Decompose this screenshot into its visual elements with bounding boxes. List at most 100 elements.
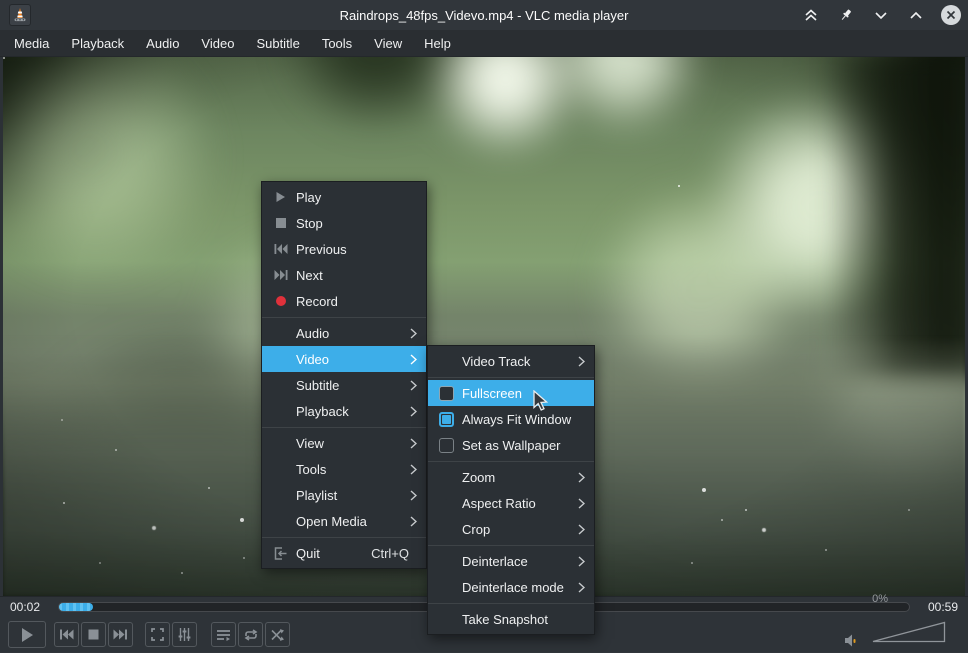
menu-item-label: Video <box>296 352 329 367</box>
playlist-icon <box>217 629 230 641</box>
view-group <box>145 622 197 647</box>
next-button[interactable] <box>108 622 133 647</box>
menubar-item-help[interactable]: Help <box>413 30 462 57</box>
submenu-item-deinterlace-mode[interactable]: Deinterlace mode <box>428 574 594 600</box>
chevron-right-icon <box>410 328 417 339</box>
menu-item-video[interactable]: Video <box>262 346 426 372</box>
chevron-right-icon <box>410 354 417 365</box>
maximize-button[interactable] <box>905 4 927 26</box>
previous-icon <box>59 629 74 640</box>
submenu-item-take-snapshot[interactable]: Take Snapshot <box>428 606 594 632</box>
time-total: 00:59 <box>920 600 958 614</box>
menu-item-label: Playlist <box>296 488 337 503</box>
menubar-item-playback[interactable]: Playback <box>60 30 135 57</box>
menu-item-label: Always Fit Window <box>462 412 571 427</box>
minimize-button[interactable] <box>870 4 892 26</box>
time-elapsed: 00:02 <box>10 600 48 614</box>
menu-item-label: Tools <box>296 462 326 477</box>
menu-item-quit[interactable]: Quit Ctrl+Q <box>262 540 426 566</box>
chevron-right-icon <box>410 438 417 449</box>
pin-button[interactable] <box>835 4 857 26</box>
menubar-item-media[interactable]: Media <box>3 30 60 57</box>
submenu-item-deinterlace[interactable]: Deinterlace <box>428 548 594 574</box>
speaker-icon[interactable] <box>844 633 860 648</box>
menubar-item-view[interactable]: View <box>363 30 413 57</box>
menu-item-label: Fullscreen <box>462 386 522 401</box>
menu-item-next[interactable]: Next <box>262 262 426 288</box>
menu-item-label: Previous <box>296 242 347 257</box>
menu-item-label: Zoom <box>462 470 495 485</box>
stop-button[interactable] <box>81 622 106 647</box>
menu-item-label: Video Track <box>462 354 530 369</box>
menu-item-label: Quit <box>296 546 320 561</box>
menu-item-previous[interactable]: Previous <box>262 236 426 262</box>
menu-item-label: Next <box>296 268 323 283</box>
submenu-item-crop[interactable]: Crop <box>428 516 594 542</box>
chevron-right-icon <box>410 464 417 475</box>
submenu-item-zoom[interactable]: Zoom <box>428 464 594 490</box>
menu-item-subtitle[interactable]: Subtitle <box>262 372 426 398</box>
volume-slider[interactable] <box>872 621 946 648</box>
menubar-item-audio[interactable]: Audio <box>135 30 190 57</box>
menu-item-label: Stop <box>296 216 323 231</box>
volume-percent-label: 0% <box>872 593 888 605</box>
menu-item-audio[interactable]: Audio <box>262 320 426 346</box>
menu-item-open-media[interactable]: Open Media <box>262 508 426 534</box>
submenu-item-always-fit-window[interactable]: Always Fit Window <box>428 406 594 432</box>
extended-settings-button[interactable] <box>172 622 197 647</box>
fullscreen-icon <box>151 628 164 641</box>
menu-item-label: Set as Wallpaper <box>462 438 561 453</box>
submenu-item-video-track[interactable]: Video Track <box>428 348 594 374</box>
menubar-item-video[interactable]: Video <box>190 30 245 57</box>
menu-separator <box>262 427 426 428</box>
chevron-right-icon <box>578 356 585 367</box>
submenu-item-set-as-wallpaper[interactable]: Set as Wallpaper <box>428 432 594 458</box>
menu-item-playlist[interactable]: Playlist <box>262 482 426 508</box>
play-icon <box>271 191 290 203</box>
previous-button[interactable] <box>54 622 79 647</box>
menu-separator <box>262 317 426 318</box>
menu-item-label: Play <box>296 190 321 205</box>
menu-item-record[interactable]: Record <box>262 288 426 314</box>
stop-icon <box>271 218 290 228</box>
menu-item-playback[interactable]: Playback <box>262 398 426 424</box>
menu-item-shortcut: Ctrl+Q <box>371 546 417 561</box>
random-button[interactable] <box>265 622 290 647</box>
fullscreen-checkbox-unchecked[interactable] <box>439 386 454 401</box>
menu-item-label: Audio <box>296 326 329 341</box>
chevron-right-icon <box>410 490 417 501</box>
loop-button[interactable] <box>238 622 263 647</box>
menu-item-view[interactable]: View <box>262 430 426 456</box>
menubar-item-tools[interactable]: Tools <box>311 30 363 57</box>
submenu-item-fullscreen[interactable]: Fullscreen <box>428 380 594 406</box>
shade-button[interactable] <box>800 4 822 26</box>
always-fit-window-checkbox-checked[interactable] <box>439 412 454 427</box>
titlebar: Raindrops_48fps_Videvo.mp4 - VLC media p… <box>0 0 968 30</box>
chevron-right-icon <box>578 582 585 593</box>
menu-item-label: Aspect Ratio <box>462 496 536 511</box>
menubar-item-subtitle[interactable]: Subtitle <box>245 30 310 57</box>
equalizer-icon <box>178 628 191 641</box>
menu-item-label: Deinterlace <box>462 554 528 569</box>
play-button[interactable] <box>8 621 46 648</box>
set-as-wallpaper-checkbox-unchecked[interactable] <box>439 438 454 453</box>
submenu-item-aspect-ratio[interactable]: Aspect Ratio <box>428 490 594 516</box>
record-icon <box>271 295 290 307</box>
menu-item-label: Take Snapshot <box>462 612 548 627</box>
menu-item-label: View <box>296 436 324 451</box>
menu-item-tools[interactable]: Tools <box>262 456 426 482</box>
menu-item-play[interactable]: Play <box>262 184 426 210</box>
loop-icon <box>244 629 258 641</box>
vlc-window: Raindrops_48fps_Videvo.mp4 - VLC media p… <box>0 0 968 653</box>
menu-item-label: Playback <box>296 404 349 419</box>
chevron-right-icon <box>410 406 417 417</box>
shuffle-icon <box>271 629 284 641</box>
fullscreen-button[interactable] <box>145 622 170 647</box>
menu-item-stop[interactable]: Stop <box>262 210 426 236</box>
seek-progress <box>59 603 93 611</box>
next-icon <box>113 629 128 640</box>
playlist-button[interactable] <box>211 622 236 647</box>
chevron-right-icon <box>578 524 585 535</box>
video-submenu: Video Track Fullscreen Always Fit Window… <box>427 345 595 635</box>
close-button[interactable] <box>940 4 962 26</box>
